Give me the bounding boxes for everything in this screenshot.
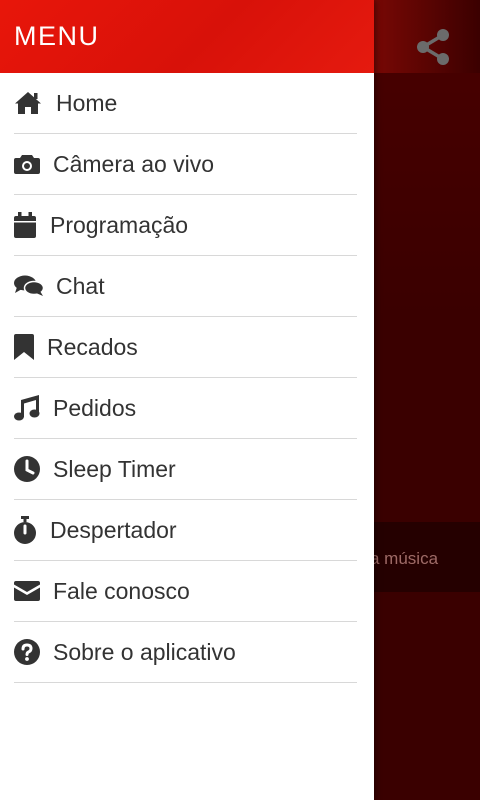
menu-item-label: Home (56, 89, 118, 116)
menu-item-label: Sleep Timer (53, 455, 176, 482)
menu-item-label: Programação (50, 211, 189, 238)
envelope-icon (14, 577, 53, 605)
menu-item-label: Câmera ao vivo (53, 150, 215, 177)
stopwatch-icon (14, 516, 50, 544)
share-icon (417, 29, 449, 65)
menu-item-label: Sobre o aplicativo (53, 638, 236, 665)
menu-item-contact[interactable]: Fale conosco (14, 561, 357, 622)
navigation-drawer: MENU Home Câmera ao vivo Programação Cha… (0, 0, 374, 800)
clock-icon (14, 455, 53, 483)
menu-item-label: Chat (56, 272, 105, 299)
music-icon (14, 394, 53, 422)
share-button[interactable] (414, 27, 454, 67)
now-playing-text: a música (370, 549, 439, 568)
drawer-header: MENU (0, 0, 374, 73)
menu-item-label: Fale conosco (53, 577, 190, 604)
menu-item-label: Pedidos (53, 394, 137, 421)
menu-item-chat[interactable]: Chat (14, 256, 357, 317)
menu-item-requests[interactable]: Pedidos (14, 378, 357, 439)
question-circle-icon (14, 638, 53, 666)
menu-item-camera[interactable]: Câmera ao vivo (14, 134, 357, 195)
chat-icon (14, 272, 56, 300)
menu-item-about[interactable]: Sobre o aplicativo (14, 622, 357, 683)
calendar-icon (14, 211, 50, 239)
menu-item-alarm[interactable]: Despertador (14, 500, 357, 561)
home-icon (14, 89, 56, 117)
bookmark-icon (14, 333, 47, 361)
drawer-title: MENU (14, 21, 100, 51)
menu-item-home[interactable]: Home (14, 73, 357, 134)
menu-item-sleep-timer[interactable]: Sleep Timer (14, 439, 357, 500)
menu-list: Home Câmera ao vivo Programação Chat Rec… (0, 73, 374, 683)
camera-icon (14, 150, 53, 178)
menu-item-label: Recados (47, 333, 138, 360)
menu-item-label: Despertador (50, 516, 177, 543)
menu-item-messages[interactable]: Recados (14, 317, 357, 378)
menu-item-schedule[interactable]: Programação (14, 195, 357, 256)
